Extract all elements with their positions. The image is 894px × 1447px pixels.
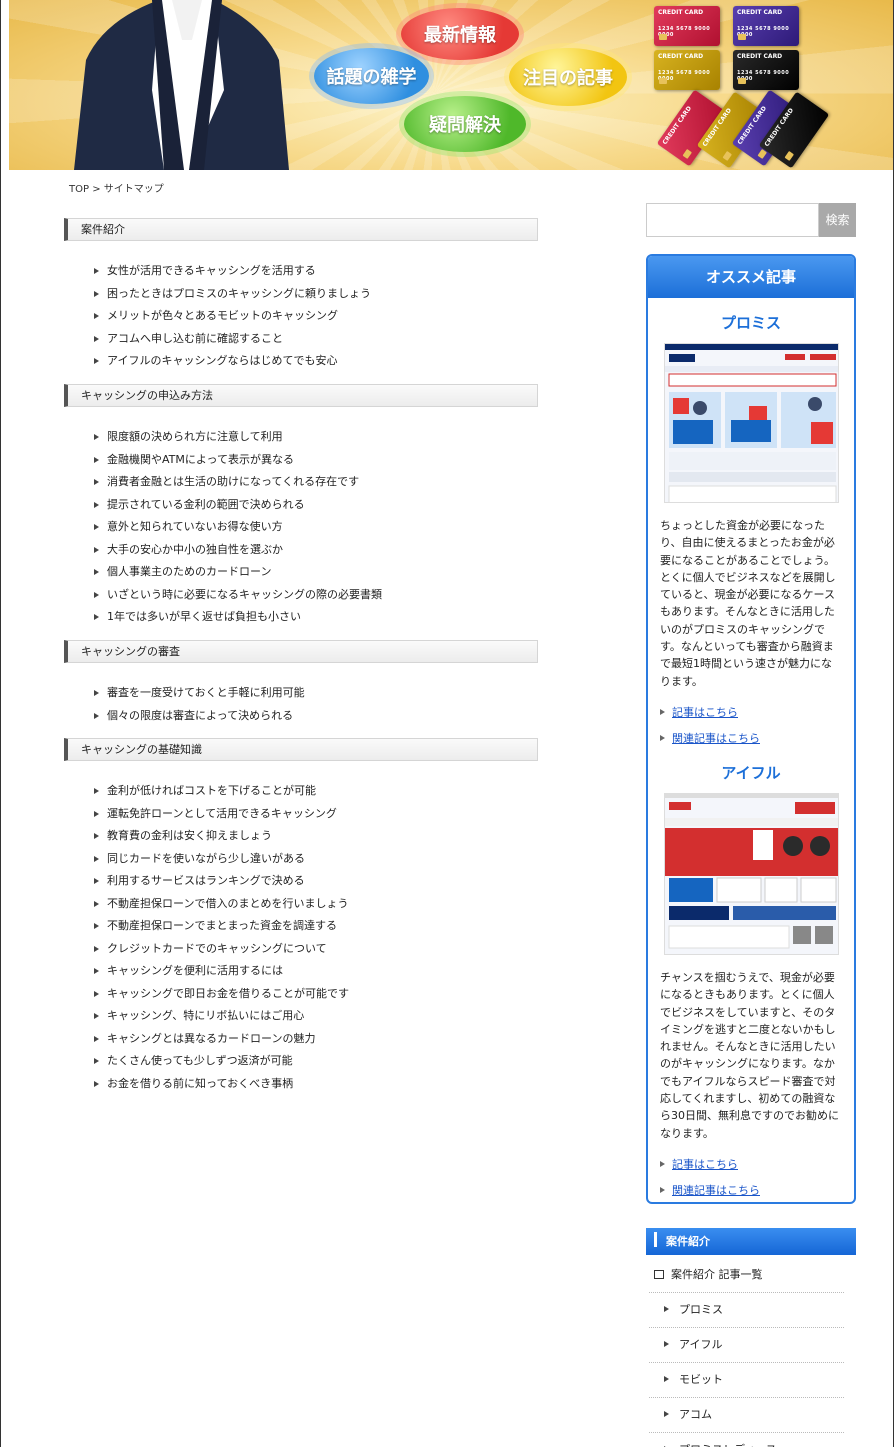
section-link-list: 金利が低ければコストを下げることが可能 運転免許ローンとして活用できるキャッシン… [64, 780, 538, 1095]
card-number: 1234 5678 9000 0000 [658, 70, 711, 82]
sitemap-link[interactable]: 限度額の決められ方に注意して利用 [94, 426, 538, 449]
category-item[interactable]: プロミスレディース [649, 1433, 844, 1447]
card-number: 1234 5678 9000 0000 [737, 26, 790, 38]
section-basics: キャッシングの基礎知識 金利が低ければコストを下げることが可能 運転免許ローンと… [64, 738, 538, 1095]
sitemap-link[interactable]: 不動産担保ローンで借入のまとめを行いましょう [94, 893, 538, 916]
category-list: 案件紹介 記事一覧 プロミス アイフル モビット アコム プロミスレディース [649, 1258, 844, 1447]
card-number: 1234 5678 9000 0000 [658, 26, 711, 38]
sitemap-link[interactable]: 不動産担保ローンでまとまった資金を調達する [94, 915, 538, 938]
recommended-widget: オススメ記事 プロミス ちょっとした資金が必要になったり、自由に使えるまとったお… [646, 254, 856, 1204]
sitemap-link[interactable]: 1年では多いが早く返せば負担も小さい [94, 606, 538, 629]
card-label: CREDIT CARD [737, 9, 783, 16]
sitemap-link[interactable]: 金融機関やATMによって表示が異なる [94, 449, 538, 472]
search-input[interactable] [646, 203, 819, 237]
header-banner[interactable]: 最新情報 話題の雑学 注目の記事 疑問解決 CREDIT CARD 1234 56… [9, 0, 893, 170]
qa-bubble[interactable]: 疑問解決 [404, 96, 526, 152]
search-button[interactable]: 検索 [819, 203, 856, 237]
category-all-link[interactable]: 案件紹介 記事一覧 [649, 1258, 844, 1293]
section-heading: キャッシングの審査 [64, 640, 538, 663]
section-heading: キャッシングの基礎知識 [64, 738, 538, 761]
sitemap-link[interactable]: アコムへ申し込む前に確認すること [94, 328, 538, 351]
credit-card-image: CREDIT CARD 1234 5678 9000 0000 [654, 50, 720, 90]
breadcrumb[interactable]: TOP > サイトマップ [69, 180, 164, 195]
section-link-list: 女性が活用できるキャッシングを活用する 困ったときはプロミスのキャッシングに頼り… [64, 260, 538, 373]
recommend-title-aiful[interactable]: アイフル [648, 762, 854, 783]
sitemap-link[interactable]: お金を借りる前に知っておくべき事柄 [94, 1073, 538, 1096]
category-item[interactable]: アイフル [649, 1328, 844, 1363]
section-heading: 案件紹介 [64, 218, 538, 241]
featured-bubble[interactable]: 注目の記事 [509, 48, 627, 106]
sitemap-link[interactable]: たくさん使っても少しずつ返済が可能 [94, 1050, 538, 1073]
news-bubble[interactable]: 最新情報 [401, 8, 519, 60]
section-application-method: キャッシングの申込み方法 限度額の決められ方に注意して利用 金融機関やATMによ… [64, 384, 538, 629]
sitemap-link[interactable]: キャッシングで即日お金を借りることが可能です [94, 983, 538, 1006]
sitemap-link[interactable]: 金利が低ければコストを下げることが可能 [94, 780, 538, 803]
sitemap-link[interactable]: キャッシング、特にリボ払いにはご用心 [94, 1005, 538, 1028]
card-label: CREDIT CARD [658, 53, 704, 60]
promise-site-screenshot[interactable] [663, 343, 839, 503]
category-item[interactable]: プロミス [649, 1293, 844, 1328]
sitemap-link[interactable]: 提示されている金利の範囲で決められる [94, 494, 538, 517]
sitemap-link[interactable]: 女性が活用できるキャッシングを活用する [94, 260, 538, 283]
article-link[interactable]: 記事はこちら [660, 700, 854, 726]
page: 最新情報 話題の雑学 注目の記事 疑問解決 CREDIT CARD 1234 56… [0, 0, 894, 1447]
credit-card-image: CREDIT CARD 1234 5678 9000 0000 [733, 6, 799, 46]
sitemap-link[interactable]: 困ったときはプロミスのキャッシングに頼りましょう [94, 283, 538, 306]
related-article-link[interactable]: 関連記事はこちら [660, 1178, 854, 1202]
category-heading: 案件紹介 [646, 1228, 856, 1255]
related-article-link[interactable]: 関連記事はこちら [660, 726, 854, 752]
sitemap-link[interactable]: 大手の安心か中小の独自性を選ぶか [94, 539, 538, 562]
card-label: CREDIT CARD [737, 53, 783, 60]
recommend-text-promise: ちょっとした資金が必要になったり、自由に使えるまとったお金が必要になることがある… [660, 519, 836, 688]
recommend-title-promise[interactable]: プロミス [648, 312, 854, 333]
credit-card-image: CREDIT CARD 1234 5678 9000 0000 [654, 6, 720, 46]
aiful-site-screenshot[interactable] [663, 792, 839, 955]
sitemap-link[interactable]: 利用するサービスはランキングで決める [94, 870, 538, 893]
sitemap-link[interactable]: 消費者金融とは生活の助けになってくれる存在です [94, 471, 538, 494]
article-link[interactable]: 記事はこちら [660, 1152, 854, 1178]
credit-card-image: CREDIT CARD 1234 5678 9000 0000 [733, 50, 799, 90]
list-icon [654, 1270, 664, 1279]
sitemap-link[interactable]: 審査を一度受けておくと手軽に利用可能 [94, 682, 538, 705]
businesswoman-image [74, 0, 289, 170]
sitemap-link[interactable]: 運転免許ローンとして活用できるキャッシング [94, 803, 538, 826]
sitemap-link[interactable]: キャッシングを便利に活用するには [94, 960, 538, 983]
sitemap-link[interactable]: いざという時に必要になるキャッシングの際の必要書類 [94, 584, 538, 607]
category-item[interactable]: モビット [649, 1363, 844, 1398]
trivia-bubble[interactable]: 話題の雑学 [314, 48, 429, 104]
section-link-list: 審査を一度受けておくと手軽に利用可能 個々の限度は審査によって決められる [64, 682, 538, 727]
card-number: 1234 5678 9000 0000 [737, 70, 790, 82]
sitemap-link[interactable]: クレジットカードでのキャッシングについて [94, 938, 538, 961]
sitemap-link[interactable]: 教育費の金利は安く抑えましょう [94, 825, 538, 848]
section-case-intro: 案件紹介 女性が活用できるキャッシングを活用する 困ったときはプロミスのキャッシ… [64, 218, 538, 373]
sitemap-link[interactable]: 意外と知られていないお得な使い方 [94, 516, 538, 539]
card-label: CREDIT CARD [658, 9, 704, 16]
sitemap-link[interactable]: アイフルのキャッシングならはじめてでも安心 [94, 350, 538, 373]
section-screening: キャッシングの審査 審査を一度受けておくと手軽に利用可能 個々の限度は審査によっ… [64, 640, 538, 727]
section-heading: キャッシングの申込み方法 [64, 384, 538, 407]
sitemap-link[interactable]: 個人事業主のためのカードローン [94, 561, 538, 584]
sitemap-link[interactable]: メリットが色々とあるモビットのキャッシング [94, 305, 538, 328]
recommend-text-aiful: チャンスを掴むうえで、現金が必要になるときもあります。とくに個人でビジネスをして… [660, 970, 839, 1140]
sitemap-link[interactable]: 同じカードを使いながら少し違いがある [94, 848, 538, 871]
sitemap-link[interactable]: 個々の限度は審査によって決められる [94, 705, 538, 728]
sitemap-link[interactable]: キャシングとは異なるカードローンの魅力 [94, 1028, 538, 1051]
category-item[interactable]: アコム [649, 1398, 844, 1433]
recommended-heading: オススメ記事 [648, 256, 854, 298]
category-all-label: 案件紹介 記事一覧 [671, 1268, 763, 1281]
section-link-list: 限度額の決められ方に注意して利用 金融機関やATMによって表示が異なる 消費者金… [64, 426, 538, 629]
